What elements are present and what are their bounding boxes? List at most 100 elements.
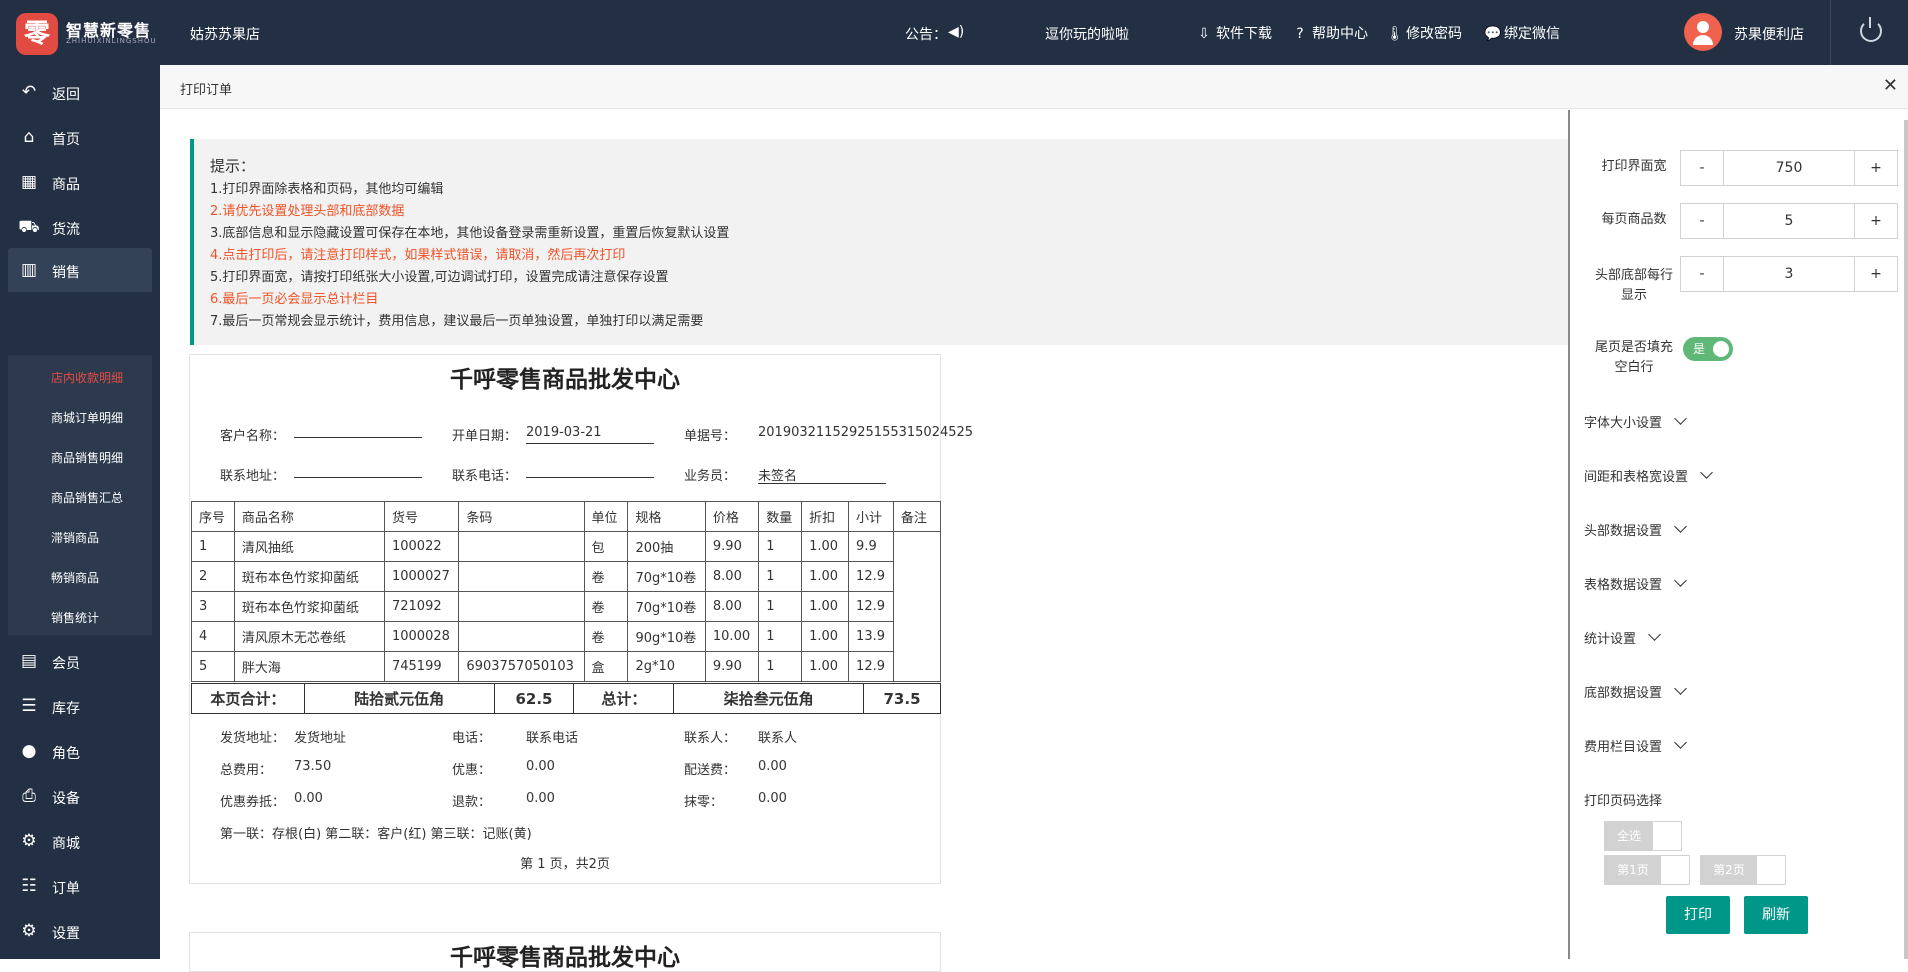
section-footer-data[interactable]: 底部数据设置 xyxy=(1584,682,1687,701)
tel-label[interactable]: 电话： xyxy=(452,727,491,746)
fee-value[interactable]: 73.50 xyxy=(294,759,331,774)
doc-label[interactable]: 单据号： xyxy=(684,425,736,444)
width-minus-button[interactable]: - xyxy=(1680,150,1724,186)
discount-value[interactable]: 0.00 xyxy=(526,759,555,774)
per-page-minus-button[interactable]: - xyxy=(1680,203,1724,239)
sub-item-sales-summary[interactable]: 商品销售汇总 xyxy=(51,489,123,506)
cell: 包 xyxy=(583,531,629,562)
delivery-value[interactable]: 0.00 xyxy=(758,759,787,774)
phone-label[interactable]: 联系电话： xyxy=(452,465,517,484)
doc-value[interactable]: 20190321152925155315024525 xyxy=(758,425,973,440)
goods-table: 序号 商品名称 货号 条码 单位 规格 价格 数量 折扣 小计 备注 1 清风抽纸… xyxy=(191,501,942,682)
sidebar-item-orders[interactable]: ☷ 订单 xyxy=(0,864,160,908)
coupon-label[interactable]: 优惠券抵： xyxy=(220,791,285,810)
round-value[interactable]: 0.00 xyxy=(758,791,787,806)
total-label: 总计： xyxy=(573,683,675,714)
contact-value[interactable]: 联系人 xyxy=(758,727,797,746)
table-row: 3 斑布本色竹浆抑菌纸 721092 卷 70g*10卷 8.00 1 1.00 12.9 xyxy=(191,591,941,622)
coupon-value[interactable]: 0.00 xyxy=(294,791,323,806)
select-all-checkbox[interactable]: 全选 xyxy=(1604,821,1682,851)
close-icon[interactable]: ✕ xyxy=(1883,75,1898,96)
cell: 200抽 xyxy=(627,531,706,562)
page1-checkbox[interactable]: 第1页 xyxy=(1604,855,1690,885)
chevron-down-icon xyxy=(1648,628,1661,641)
section-spacing[interactable]: 间距和表格宽设置 xyxy=(1584,466,1713,485)
header-rows-plus-button[interactable]: + xyxy=(1854,256,1898,292)
discount-label[interactable]: 优惠： xyxy=(452,759,491,778)
sidebar-item-mall[interactable]: ⚙ 商城 xyxy=(0,819,160,863)
avatar[interactable] xyxy=(1684,13,1722,51)
width-input[interactable]: 750 xyxy=(1724,150,1854,186)
cell: 1.00 xyxy=(801,591,850,622)
section-fee-columns[interactable]: 费用栏目设置 xyxy=(1584,736,1687,755)
refresh-button[interactable]: 刷新 xyxy=(1744,896,1808,934)
sidebar-item-members[interactable]: ▤ 会员 xyxy=(0,639,160,683)
page2-checkbox[interactable]: 第2页 xyxy=(1700,855,1786,885)
chevron-down-icon xyxy=(1674,412,1687,425)
sidebar-item-devices[interactable]: ⎙ 设备 xyxy=(0,774,160,818)
help-link[interactable]: ? 帮助中心 xyxy=(1292,23,1368,43)
tab-print-order[interactable]: 打印订单 xyxy=(180,79,232,98)
per-page-input[interactable]: 5 xyxy=(1724,203,1854,239)
per-page-plus-button[interactable]: + xyxy=(1854,203,1898,239)
print-button[interactable]: 打印 xyxy=(1666,896,1730,934)
section-table-data[interactable]: 表格数据设置 xyxy=(1584,574,1687,593)
staff-value[interactable]: 未签名 xyxy=(758,465,797,484)
sidebar-item-back[interactable]: ↶ 返回 xyxy=(0,70,160,114)
ship-value[interactable]: 发货地址 xyxy=(294,727,346,746)
width-plus-button[interactable]: + xyxy=(1854,150,1898,186)
section-stats[interactable]: 统计设置 xyxy=(1584,628,1661,647)
panel-scrollbar[interactable] xyxy=(1904,120,1908,959)
date-label[interactable]: 开单日期： xyxy=(452,425,517,444)
sidebar-item-home[interactable]: ⌂ 首页 xyxy=(0,115,160,159)
cell: 70g*10卷 xyxy=(627,561,706,592)
address-label[interactable]: 联系地址： xyxy=(220,465,285,484)
sub-item-slow-sellers[interactable]: 滞销商品 xyxy=(51,529,99,546)
sidebar-item-logistics[interactable]: ⛟ 货流 xyxy=(0,205,160,249)
header-rows-minus-button[interactable]: - xyxy=(1680,256,1724,292)
sub-item-sales-stats[interactable]: 销售统计 xyxy=(51,609,99,626)
sidebar-item-inventory[interactable]: ☰ 库存 xyxy=(0,684,160,728)
sales-submenu: 店内收款明细 商城订单明细 商品销售明细 商品销售汇总 滞销商品 畅销商品 销售… xyxy=(8,355,152,635)
customer-label[interactable]: 客户名称： xyxy=(220,425,285,444)
header-rows-input[interactable]: 3 xyxy=(1724,256,1854,292)
cell: 10.00 xyxy=(704,621,760,652)
contact-label[interactable]: 联系人： xyxy=(684,727,736,746)
notice-text[interactable]: 逗你玩的啦啦 xyxy=(1045,24,1129,44)
refund-value[interactable]: 0.00 xyxy=(526,791,555,806)
sheet-title[interactable]: 千呼零售商品批发中心 xyxy=(190,360,940,394)
password-link[interactable]: 🌡 修改密码 xyxy=(1386,23,1462,43)
date-value[interactable]: 2019-03-21 xyxy=(526,425,602,440)
grid-icon: ▦ xyxy=(20,172,38,192)
fill-blank-toggle[interactable]: 是 xyxy=(1683,337,1733,361)
user-name[interactable]: 苏果便利店 xyxy=(1734,24,1804,44)
section-header-data[interactable]: 头部数据设置 xyxy=(1584,520,1687,539)
sidebar-item-settings[interactable]: ⚙ 设置 xyxy=(0,909,160,953)
sub-item-best-sellers[interactable]: 畅销商品 xyxy=(51,569,99,586)
copies-note[interactable]: 第一联：存根(白) 第二联：客户(红) 第三联：记账(黄) xyxy=(220,823,532,842)
fee-label[interactable]: 总费用： xyxy=(220,759,272,778)
sheet-title[interactable]: 千呼零售商品批发中心 xyxy=(190,938,940,972)
download-link[interactable]: ⇩ 软件下载 xyxy=(1196,23,1272,43)
tel-value[interactable]: 联系电话 xyxy=(526,727,578,746)
tip-line: 6.最后一页必会显示总计栏目 xyxy=(210,292,379,307)
delivery-label[interactable]: 配送费： xyxy=(684,759,736,778)
sub-item-store-receipts[interactable]: 店内收款明细 xyxy=(51,369,123,386)
sidebar-item-goods[interactable]: ▦ 商品 xyxy=(0,160,160,204)
power-icon[interactable] xyxy=(1860,17,1882,42)
wechat-link[interactable]: 💬 绑定微信 xyxy=(1484,23,1560,43)
sidebar-item-roles[interactable]: ● 角色 xyxy=(0,729,160,773)
staff-label[interactable]: 业务员： xyxy=(684,465,736,484)
store-name[interactable]: 姑苏苏果店 xyxy=(190,24,260,44)
sub-item-mall-orders[interactable]: 商城订单明细 xyxy=(51,409,123,426)
refund-label[interactable]: 退款： xyxy=(452,791,491,810)
sidebar-item-sales[interactable]: ▥ 销售 xyxy=(8,248,152,292)
col-header: 商品名称 xyxy=(233,501,385,532)
round-label[interactable]: 抹零： xyxy=(684,791,723,810)
ship-label[interactable]: 发货地址： xyxy=(220,727,285,746)
cell: 1 xyxy=(758,621,803,652)
help-icon: ? xyxy=(1296,26,1304,42)
cell: 8.00 xyxy=(704,591,760,622)
sub-item-goods-sales[interactable]: 商品销售明细 xyxy=(51,449,123,466)
section-font-size[interactable]: 字体大小设置 xyxy=(1584,412,1687,431)
